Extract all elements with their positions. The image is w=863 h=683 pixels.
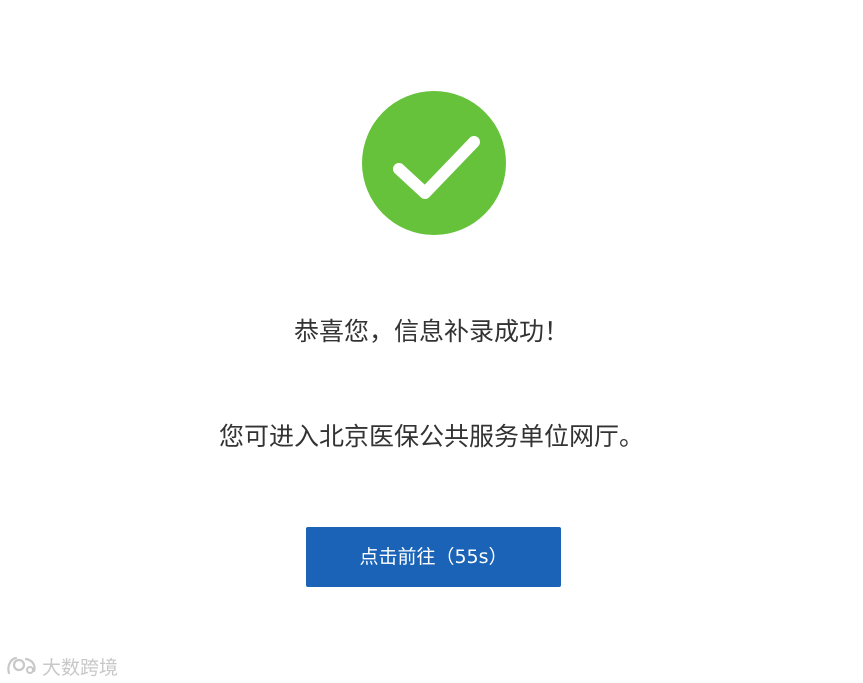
next-step-message: 您可进入北京医保公共服务单位网厅。 <box>218 422 644 451</box>
watermark-text: 大数跨境 <box>42 656 119 679</box>
success-check-icon <box>362 91 506 235</box>
watermark-logo-icon <box>6 655 38 677</box>
watermark: 大数跨境 <box>6 652 118 680</box>
success-message: 恭喜您，信息补录成功！ <box>293 317 569 346</box>
go-to-hall-button[interactable]: 点击前往（55s） <box>306 527 561 587</box>
